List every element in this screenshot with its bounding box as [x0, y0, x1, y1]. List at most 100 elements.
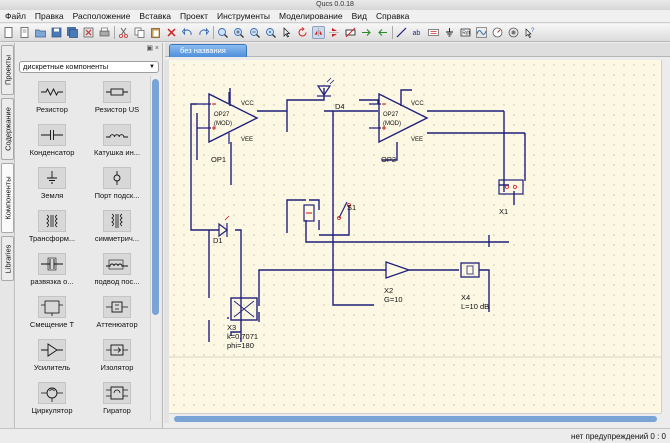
component-bias-t[interactable]: Смещение Т	[22, 296, 82, 334]
component-category-value: дискретные компоненты	[23, 62, 109, 71]
dock-float-close-icon[interactable]: ▣ ×	[146, 44, 159, 52]
status-message: нет предупреждений 0 : 0	[571, 432, 666, 441]
menu-edit[interactable]: Правка	[35, 11, 64, 21]
new-document-icon[interactable]	[2, 26, 15, 39]
transformer-icon	[46, 214, 58, 228]
print-icon[interactable]	[98, 26, 111, 39]
amplifier-x2[interactable]: X2 G=10	[384, 261, 411, 304]
label-tool-icon[interactable]: ab	[411, 26, 424, 39]
paste-icon[interactable]	[149, 26, 162, 39]
component-capacitor[interactable]: Конденсатор	[22, 124, 82, 162]
pop-out-icon[interactable]	[376, 26, 389, 39]
op2-name-label: OP2	[381, 155, 396, 164]
ground-tool-icon[interactable]	[443, 26, 456, 39]
cut-icon[interactable]	[117, 26, 130, 39]
component-gyrator[interactable]: Гиратор	[87, 382, 147, 420]
component-label: Конденсатор	[29, 148, 75, 157]
tab-libraries[interactable]: Libraries	[1, 236, 14, 281]
side-tab-bar: Проекты Содержание Компоненты Libraries	[0, 43, 15, 428]
coupler-x3[interactable]: X3 k=0.7071 phi=180	[227, 297, 258, 350]
component-dc-feed[interactable]: подвод пос...	[87, 253, 147, 291]
resistor-us-icon	[106, 88, 128, 96]
scrollbar-thumb[interactable]	[174, 416, 657, 422]
canvas-horizontal-scrollbar[interactable]	[169, 413, 661, 423]
zoom-actual-icon[interactable]	[264, 26, 277, 39]
menu-help[interactable]: Справка	[376, 11, 409, 21]
d1-label: D1	[213, 236, 223, 245]
redo-icon[interactable]	[197, 26, 210, 39]
component-resistor-us[interactable]: Резистор US	[87, 81, 147, 119]
marker-icon[interactable]	[507, 26, 520, 39]
op1-name-label: OP1	[211, 155, 226, 164]
menu-positioning[interactable]: Расположение	[73, 11, 131, 21]
led-d4[interactable]: D4	[316, 77, 345, 111]
component-port[interactable]: Порт подск...	[87, 167, 147, 205]
undo-icon[interactable]	[181, 26, 194, 39]
schematic-canvas[interactable]: VCC VEE OP27 (MOD) OP1 VCC VEE OP27 (MOD…	[169, 60, 661, 413]
component-label: Аттенюатор	[96, 320, 138, 329]
rotate-tool-icon[interactable]	[296, 26, 309, 39]
close-document-icon[interactable]	[82, 26, 95, 39]
qucs-window: Qucs 0.0.18 Файл Правка Расположение Вст…	[0, 0, 670, 443]
component-amplifier[interactable]: Усилитель	[22, 339, 82, 377]
zoom-in-icon[interactable]	[232, 26, 245, 39]
select-tool-icon[interactable]	[280, 26, 293, 39]
component-label: Смещение Т	[29, 320, 75, 329]
op1-vcc-label: VCC	[241, 101, 254, 107]
activate-icon[interactable]	[344, 26, 357, 39]
x1-label: X1	[499, 207, 508, 216]
menu-insert[interactable]: Вставка	[139, 11, 171, 21]
menu-view[interactable]: Вид	[352, 11, 367, 21]
tab-components[interactable]: Компоненты	[1, 163, 14, 233]
go-into-icon[interactable]	[360, 26, 373, 39]
delete-icon[interactable]	[165, 26, 178, 39]
schematic-drawing: VCC VEE OP27 (MOD) OP1 VCC VEE OP27 (MOD…	[169, 77, 661, 358]
component-circulator[interactable]: Циркулятор	[22, 382, 82, 420]
menu-simulation[interactable]: Моделирование	[279, 11, 343, 21]
component-ground[interactable]: Земля	[22, 167, 82, 205]
scrollbar-thumb[interactable]	[152, 79, 159, 315]
zoom-fit-icon[interactable]	[216, 26, 229, 39]
copy-icon[interactable]	[133, 26, 146, 39]
component-label: симметрич...	[94, 234, 140, 243]
zoom-out-icon[interactable]	[248, 26, 261, 39]
status-bar: нет предупреждений 0 : 0	[0, 428, 670, 443]
opamp-op2[interactable]: VCC VEE OP27 (MOD) OP2	[369, 92, 429, 164]
menu-project[interactable]: Проект	[180, 11, 208, 21]
wire-tool-icon[interactable]	[395, 26, 408, 39]
component-attenuator[interactable]: Аттенюатор	[87, 296, 147, 334]
mirror-y-icon[interactable]	[328, 26, 341, 39]
component-resistor[interactable]: Резистор	[22, 81, 82, 119]
open-folder-icon[interactable]	[34, 26, 47, 39]
mirror-tool-icon[interactable]	[312, 26, 325, 39]
x3-phi-label: phi=180	[227, 341, 254, 350]
component-dc-block[interactable]: развязка о...	[22, 253, 82, 291]
component-isolator[interactable]: Изолятор	[87, 339, 147, 377]
menu-tools[interactable]: Инструменты	[217, 11, 270, 21]
svg-text:ab: ab	[413, 30, 421, 37]
component-symmetric-transformer[interactable]: симметрич...	[87, 210, 147, 248]
view-data-icon[interactable]	[491, 26, 504, 39]
component-list-scrollbar[interactable]	[150, 76, 160, 421]
component-label: Гиратор	[103, 406, 131, 415]
dc-feed-icon	[106, 259, 128, 270]
tab-projects[interactable]: Проекты	[1, 45, 14, 95]
op2-model-label: OP27	[383, 112, 399, 118]
menu-file[interactable]: Файл	[5, 11, 26, 21]
equation-icon[interactable]	[427, 26, 440, 39]
opamp-op1[interactable]: VCC VEE OP27 (MOD) OP1	[197, 92, 259, 164]
context-help-icon[interactable]: ?	[523, 26, 536, 39]
tab-untitled-document[interactable]: без названия	[169, 44, 247, 57]
save-all-icon[interactable]	[66, 26, 79, 39]
attenuator-icon	[106, 301, 128, 313]
simulate-icon[interactable]	[475, 26, 488, 39]
port-tool-icon[interactable]: Rdt	[459, 26, 472, 39]
save-icon[interactable]	[50, 26, 63, 39]
new-text-icon[interactable]	[18, 26, 31, 39]
component-inductor[interactable]: Катушка ин...	[87, 124, 147, 162]
tab-contents[interactable]: Содержание	[1, 98, 14, 160]
canvas-vertical-scrollbar[interactable]	[661, 60, 670, 413]
component-category-select[interactable]: дискретные компоненты ▼	[19, 61, 159, 73]
x4-loss-label: L=10 dB	[461, 302, 489, 311]
component-transformer[interactable]: Трансформ...	[22, 210, 82, 248]
